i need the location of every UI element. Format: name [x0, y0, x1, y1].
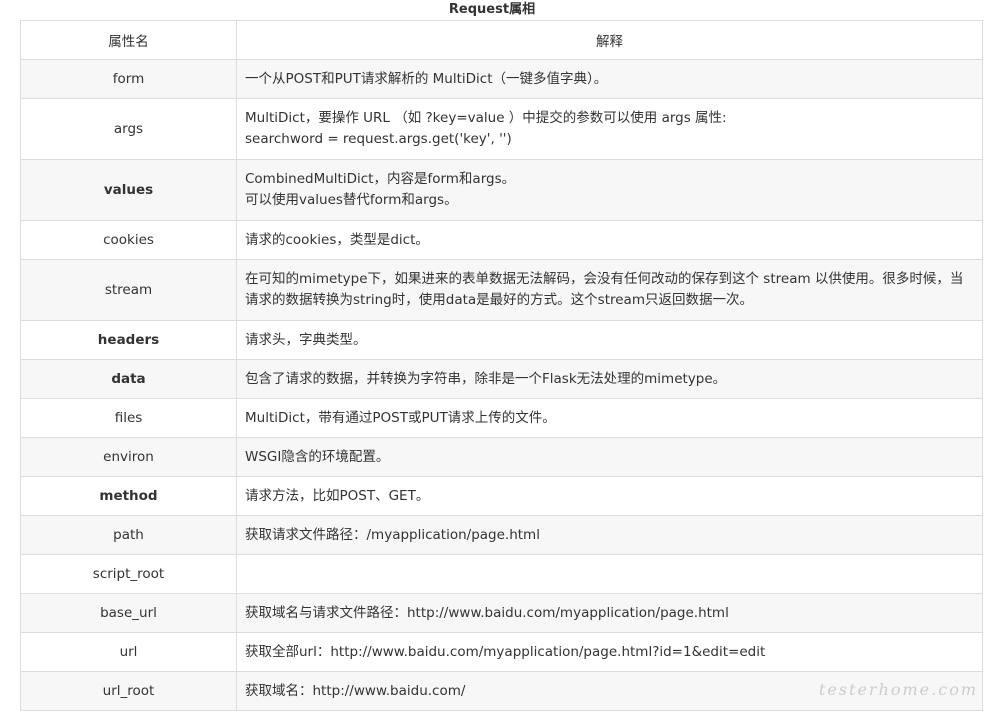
attribute-name-cell: data: [20, 359, 237, 399]
table-row: method 请求方法，比如POST、GET。: [20, 476, 983, 516]
attribute-name-cell: stream: [20, 259, 237, 321]
attribute-description-cell: 包含了请求的数据，并转换为字符串，除非是一个Flask无法处理的mimetype…: [236, 359, 983, 399]
column-header-desc: 解释: [236, 20, 983, 60]
description-line: 请求的cookies，类型是dict。: [245, 231, 429, 248]
table-row: url 获取全部url：http://www.baidu.com/myapplic…: [20, 632, 983, 672]
attribute-name-cell: url_root: [20, 671, 237, 711]
table-row: cookies 请求的cookies，类型是dict。: [20, 220, 983, 260]
description-line: searchword = request.args.get('key', ''): [245, 131, 512, 147]
description-line: 一个从POST和PUT请求解析的 MultiDict（一键多值字典）。: [245, 70, 608, 87]
table-caption: Request属相: [448, 2, 536, 17]
attribute-description-cell: MultiDict，要操作 URL （如 ?key=value ）中提交的参数可…: [236, 98, 983, 160]
description-line: 包含了请求的数据，并转换为字符串，除非是一个Flask无法处理的mimetype…: [245, 370, 727, 387]
attribute-name-cell: script_root: [20, 554, 237, 594]
table-body: form 一个从POST和PUT请求解析的 MultiDict（一键多值字典）。 a…: [20, 59, 983, 711]
attribute-name-cell: files: [20, 398, 237, 438]
attribute-name-cell: path: [20, 515, 237, 555]
attribute-description-cell: 获取全部url：http://www.baidu.com/myapplicati…: [236, 632, 983, 672]
attribute-description-cell: 获取域名与请求文件路径：http://www.baidu.com/myappli…: [236, 593, 983, 633]
attribute-name-cell: base_url: [20, 593, 237, 633]
column-header-name: 属性名: [20, 20, 237, 60]
attribute-name-cell: method: [20, 476, 237, 516]
table-row: script_root: [20, 554, 983, 594]
attribute-description-cell: WSGI隐含的环境配置。: [236, 437, 983, 477]
description-line: CombinedMultiDict，内容是form和args。: [245, 171, 516, 187]
table-row: path 获取请求文件路径：/myapplication/page.html: [20, 515, 983, 555]
table-row: data 包含了请求的数据，并转换为字符串，除非是一个Flask无法处理的mime…: [20, 359, 983, 399]
description-line: 可以使用values替代form和args。: [245, 192, 458, 208]
table-row: environ WSGI隐含的环境配置。: [20, 437, 983, 477]
attribute-description-cell: MultiDict，带有通过POST或PUT请求上传的文件。: [236, 398, 983, 438]
attribute-name-cell: values: [20, 159, 237, 221]
attribute-description-cell: 请求的cookies，类型是dict。: [236, 220, 983, 260]
description-line: WSGI隐含的环境配置。: [245, 448, 390, 465]
attribute-name-cell: form: [20, 59, 237, 99]
description-line: 获取请求文件路径：/myapplication/page.html: [245, 526, 540, 543]
table-row: form 一个从POST和PUT请求解析的 MultiDict（一键多值字典）。: [20, 59, 983, 99]
table-row: args MultiDict，要操作 URL （如 ?key=value ）中提交…: [20, 98, 983, 160]
description-line: 请求头，字典类型。: [245, 331, 367, 348]
description-line: 请求方法，比如POST、GET。: [245, 487, 430, 504]
table-row: files MultiDict，带有通过POST或PUT请求上传的文件。: [20, 398, 983, 438]
table-row: values CombinedMultiDict，内容是form和args。 可以使…: [20, 159, 983, 221]
table-row: headers 请求头，字典类型。: [20, 320, 983, 360]
watermark: testerhome.com: [818, 680, 978, 699]
attribute-description-cell: 在可知的mimetype下，如果进来的表单数据无法解码，会没有任何改动的保存到这…: [236, 259, 983, 321]
attribute-name-cell: cookies: [20, 220, 237, 260]
table-row: stream 在可知的mimetype下，如果进来的表单数据无法解码，会没有任何改…: [20, 259, 983, 321]
attribute-description-cell: [236, 554, 983, 594]
description-line: MultiDict，带有通过POST或PUT请求上传的文件。: [245, 409, 556, 426]
attribute-description-cell: 一个从POST和PUT请求解析的 MultiDict（一键多值字典）。: [236, 59, 983, 99]
description-line: 在可知的mimetype下，如果进来的表单数据无法解码，会没有任何改动的保存到这…: [245, 271, 964, 287]
description-line: 获取全部url：http://www.baidu.com/myapplicati…: [245, 643, 766, 660]
request-attributes-table: 属性名 解释 form 一个从POST和PUT请求解析的 MultiDict（一键…: [20, 20, 983, 711]
description-line: 请求的数据转换为string时，使用data是最好的方式。这个stream只返回…: [245, 292, 753, 308]
attribute-description-cell: 获取请求文件路径：/myapplication/page.html: [236, 515, 983, 555]
attribute-name-cell: headers: [20, 320, 237, 360]
table-row: base_url 获取域名与请求文件路径：http://www.baidu.com…: [20, 593, 983, 633]
attribute-name-cell: args: [20, 98, 237, 160]
attribute-description-cell: 请求头，字典类型。: [236, 320, 983, 360]
attribute-description-cell: 请求方法，比如POST、GET。: [236, 476, 983, 516]
description-line: 获取域名与请求文件路径：http://www.baidu.com/myappli…: [245, 604, 729, 621]
attribute-name-cell: url: [20, 632, 237, 672]
attribute-name-cell: environ: [20, 437, 237, 477]
description-line: MultiDict，要操作 URL （如 ?key=value ）中提交的参数可…: [245, 110, 727, 126]
attribute-description-cell: CombinedMultiDict，内容是form和args。 可以使用value…: [236, 159, 983, 221]
table-header-row: 属性名 解释: [20, 20, 983, 60]
